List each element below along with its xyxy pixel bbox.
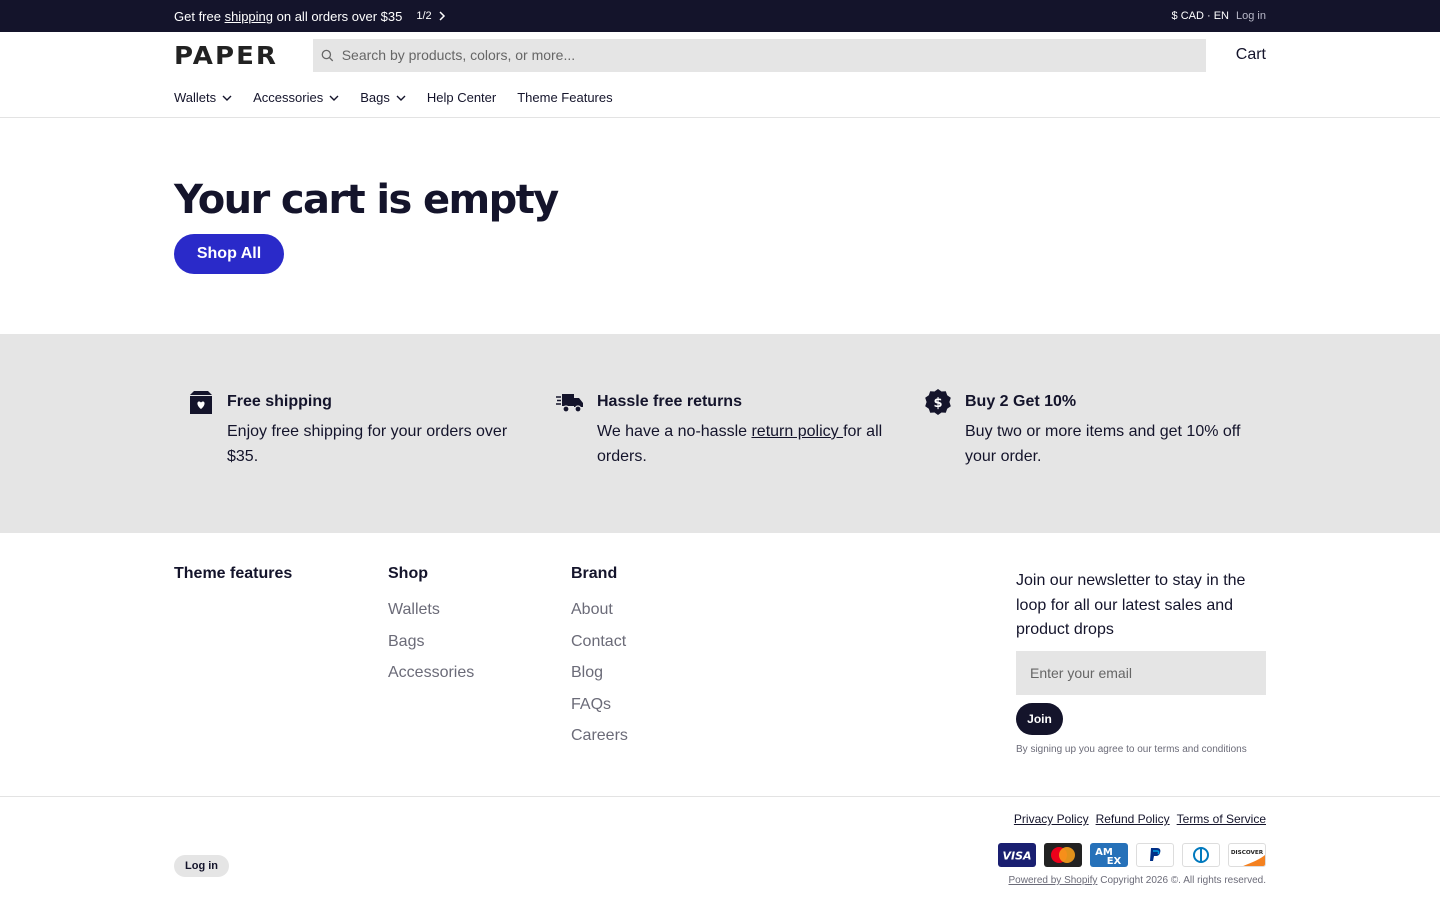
announcement-prefix: Get free [174, 8, 225, 24]
site-header: PAPER Cart [0, 32, 1440, 78]
footer-link-bags[interactable]: Bags [388, 626, 571, 658]
nav-item-label: Help Center [426, 90, 497, 105]
feature-text: Enjoy free shipping for your orders over… [227, 423, 508, 465]
svg-text:EX: EX [1107, 856, 1122, 866]
return-policy-link[interactable]: return policy [751, 423, 843, 440]
newsletter-signup: Join our newsletter to stay in the loop … [1016, 564, 1266, 796]
email-field[interactable] [1016, 650, 1266, 695]
feature-title: Hassle free returns [597, 393, 742, 410]
footer-link-contact[interactable]: Contact [571, 626, 1016, 658]
delivery-truck-icon [556, 394, 583, 413]
paypal-icon [1136, 843, 1174, 867]
announcement-pager[interactable]: 1/2 [416, 10, 445, 22]
copyright-text: Copyright 2026 ©. All rights reserved. [1097, 875, 1266, 886]
features-band: Free shipping Enjoy free shipping for yo… [0, 334, 1440, 533]
search-input[interactable] [341, 47, 1206, 63]
cart-link[interactable]: Cart [1236, 46, 1266, 64]
svg-text:DISCOVER: DISCOVER [1231, 850, 1264, 856]
nav-item-label: Wallets [174, 90, 217, 105]
site-logo[interactable]: PAPER [174, 41, 297, 70]
shipping-link[interactable]: shipping [225, 9, 273, 24]
footer-theme-title[interactable]: Theme features [174, 564, 388, 584]
footer-link-about[interactable]: About [571, 594, 1016, 626]
powered-by-shopify-link[interactable]: Powered by Shopify [1008, 875, 1097, 886]
chevron-down-icon [396, 95, 406, 101]
search-bar[interactable] [313, 38, 1206, 72]
footer-login-button[interactable]: Log in [174, 855, 229, 877]
nav-item-help-center[interactable]: Help Center [427, 90, 496, 105]
site-footer: Theme features Shop Wallets Bags Accesso… [0, 533, 1440, 797]
footer-shop-title: Shop [388, 565, 428, 582]
footer-link-faqs[interactable]: FAQs [571, 689, 1016, 721]
footer-bottom-bar: Log in Privacy Policy Refund Policy Term… [0, 797, 1440, 897]
main-nav: Wallets Accessories Bags Help Center The… [0, 78, 1440, 118]
page-title: Your cart is empty [174, 177, 559, 223]
join-button[interactable]: Join [1016, 702, 1063, 735]
footer-shop-column: Shop Wallets Bags Accessories [388, 564, 571, 796]
shop-all-button[interactable]: Shop All [174, 234, 284, 274]
policy-links: Privacy Policy Refund Policy Terms of Se… [1014, 812, 1266, 826]
search-icon [321, 49, 334, 61]
footer-brand-title: Brand [571, 565, 618, 582]
nav-item-wallets[interactable]: Wallets [174, 90, 232, 105]
feature-text: Buy two or more items and get 10% off yo… [965, 423, 1241, 465]
copyright: Powered by Shopify Copyright 2026 ©. All… [1008, 875, 1266, 886]
nav-item-label: Bags [360, 90, 390, 105]
newsletter-lead: Join our newsletter to stay in the loop … [1016, 572, 1246, 638]
announcement-message: Get free shipping on all orders over $35 [174, 9, 402, 24]
privacy-policy-link[interactable]: Privacy Policy [1014, 812, 1089, 826]
chevron-right-icon[interactable] [438, 11, 446, 21]
terms-of-service-link[interactable]: Terms of Service [1177, 812, 1266, 826]
mastercard-icon [1044, 843, 1082, 867]
nav-item-label: Accessories [253, 90, 324, 105]
empty-cart-section: Your cart is empty Shop All [0, 118, 1440, 334]
announcement-login-link[interactable]: Log in [1236, 10, 1266, 22]
discover-icon: DISCOVER [1228, 843, 1266, 867]
dollar-badge-icon: $ [925, 389, 951, 415]
chevron-down-icon [329, 95, 339, 101]
refund-policy-link[interactable]: Refund Policy [1096, 812, 1170, 826]
announcement-suffix: on all orders over $35 [273, 8, 403, 24]
svg-text:$: $ [933, 396, 942, 411]
footer-link-careers[interactable]: Careers [571, 720, 1016, 752]
announcement-bar: Get free shipping on all orders over $35… [0, 0, 1440, 32]
feature-buy-2-get-10: $ Buy 2 Get 10% Buy two or more items an… [924, 389, 1265, 533]
feature-hassle-free-returns: Hassle free returns We have a no-hassle … [556, 391, 924, 533]
feature-free-shipping: Free shipping Enjoy free shipping for yo… [188, 391, 556, 533]
feature-text-pre: We have a no-hassle [597, 423, 752, 440]
footer-link-wallets[interactable]: Wallets [388, 594, 571, 626]
nav-item-label: Theme Features [517, 90, 613, 105]
nav-item-bags[interactable]: Bags [360, 90, 406, 105]
chevron-down-icon [222, 95, 232, 101]
footer-link-accessories[interactable]: Accessories [388, 657, 571, 689]
nav-item-accessories[interactable]: Accessories [253, 90, 339, 105]
payment-icons: VISA AM EX DISCOVER [998, 843, 1266, 867]
feature-title: Free shipping [227, 393, 332, 410]
box-heart-icon [190, 391, 212, 414]
visa-icon: VISA [998, 843, 1036, 867]
currency-selector[interactable]: $ CAD · EN [1172, 10, 1229, 22]
nav-item-theme-features[interactable]: Theme Features [517, 90, 612, 105]
svg-text:VISA: VISA [1002, 850, 1031, 862]
newsletter-legal: By signing up you agree to our terms and… [1016, 743, 1247, 755]
feature-text: We have a no-hassle return policy for al… [597, 419, 883, 469]
diners-club-icon [1182, 843, 1220, 867]
feature-title: Buy 2 Get 10% [965, 393, 1077, 410]
footer-theme-features: Theme features [174, 564, 388, 796]
footer-brand-column: Brand About Contact Blog FAQs Careers [571, 564, 1016, 796]
amex-icon: AM EX [1090, 843, 1128, 867]
announcement-counter: 1/2 [416, 10, 432, 22]
footer-link-blog[interactable]: Blog [571, 657, 1016, 689]
